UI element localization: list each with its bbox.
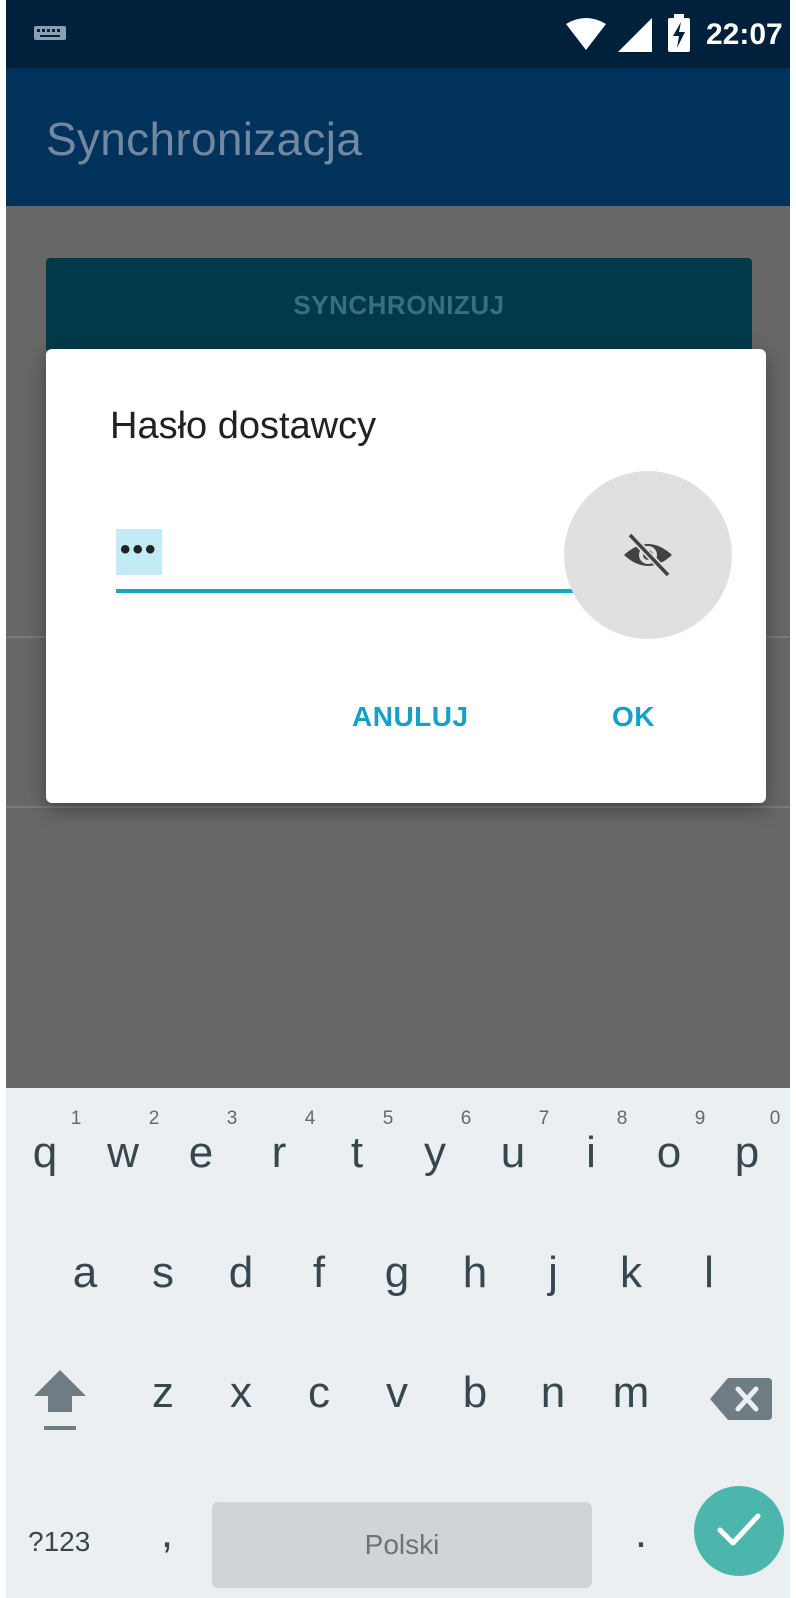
key-hint: 3 xyxy=(226,1108,238,1129)
key-v[interactable]: v xyxy=(362,1368,432,1418)
key-e[interactable]: e xyxy=(166,1128,236,1178)
key-m[interactable]: m xyxy=(596,1368,666,1418)
key-r[interactable]: r xyxy=(244,1128,314,1178)
cancel-button[interactable]: ANULUJ xyxy=(352,701,469,733)
key-hint: 0 xyxy=(769,1108,781,1129)
synchronize-button[interactable]: SYNCHRONIZUJ xyxy=(46,258,752,352)
keyboard-icon xyxy=(34,26,66,40)
key-h[interactable]: h xyxy=(440,1248,510,1298)
app-bar: Synchronizacja xyxy=(6,68,790,206)
backspace-icon[interactable] xyxy=(710,1376,772,1422)
password-value: ••• xyxy=(116,529,162,575)
key-hint: 2 xyxy=(148,1108,160,1129)
screen: 22:07 Synchronizacja SYNCHRONIZUJ Hasło … xyxy=(6,0,790,1598)
shift-icon[interactable] xyxy=(32,1366,88,1436)
key-c[interactable]: c xyxy=(284,1368,354,1418)
key-k[interactable]: k xyxy=(596,1248,666,1298)
key-n[interactable]: n xyxy=(518,1368,588,1418)
key-hint: 4 xyxy=(304,1108,316,1129)
password-dialog: Hasło dostawcy ••• ANULUJ OK xyxy=(46,349,766,803)
status-time: 22:07 xyxy=(706,18,783,51)
divider xyxy=(6,806,790,808)
key-w[interactable]: w xyxy=(88,1128,158,1178)
key-o[interactable]: o xyxy=(634,1128,704,1178)
symbols-key[interactable]: ?123 xyxy=(28,1526,90,1558)
visibility-off-icon xyxy=(624,532,672,578)
key-x[interactable]: x xyxy=(206,1368,276,1418)
key-hint: 6 xyxy=(460,1108,472,1129)
battery-charging-icon xyxy=(668,14,690,52)
checkmark-icon xyxy=(717,1513,761,1546)
key-s[interactable]: s xyxy=(128,1248,198,1298)
dialog-title: Hasło dostawcy xyxy=(110,405,377,447)
key-g[interactable]: g xyxy=(362,1248,432,1298)
key-p[interactable]: p xyxy=(712,1128,782,1178)
key-comma[interactable]: , xyxy=(132,1508,202,1558)
key-y[interactable]: y xyxy=(400,1128,470,1178)
key-j[interactable]: j xyxy=(518,1248,588,1298)
key-hint: 8 xyxy=(616,1108,628,1129)
signal-icon xyxy=(618,18,652,52)
key-d[interactable]: d xyxy=(206,1248,276,1298)
key-period[interactable]: . xyxy=(606,1508,676,1558)
key-hint: 5 xyxy=(382,1108,394,1129)
key-l[interactable]: l xyxy=(674,1248,744,1298)
key-a[interactable]: a xyxy=(50,1248,120,1298)
key-z[interactable]: z xyxy=(128,1368,198,1418)
key-hint: 1 xyxy=(70,1108,82,1129)
enter-button[interactable] xyxy=(694,1486,784,1576)
wifi-icon xyxy=(566,18,606,50)
key-u[interactable]: u xyxy=(478,1128,548,1178)
page-title: Synchronizacja xyxy=(46,113,363,165)
key-hint: 9 xyxy=(694,1108,706,1129)
toggle-password-visibility-button[interactable] xyxy=(564,471,732,639)
key-i[interactable]: i xyxy=(556,1128,626,1178)
status-bar: 22:07 xyxy=(6,0,790,68)
soft-keyboard: 1 2 3 4 5 6 7 8 9 0 q w e r t y u i o p … xyxy=(6,1088,790,1598)
key-t[interactable]: t xyxy=(322,1128,392,1178)
ok-button[interactable]: OK xyxy=(612,701,655,733)
key-q[interactable]: q xyxy=(10,1128,80,1178)
key-f[interactable]: f xyxy=(284,1248,354,1298)
key-b[interactable]: b xyxy=(440,1368,510,1418)
space-bar[interactable]: Polski xyxy=(212,1502,592,1588)
key-hint: 7 xyxy=(538,1108,550,1129)
